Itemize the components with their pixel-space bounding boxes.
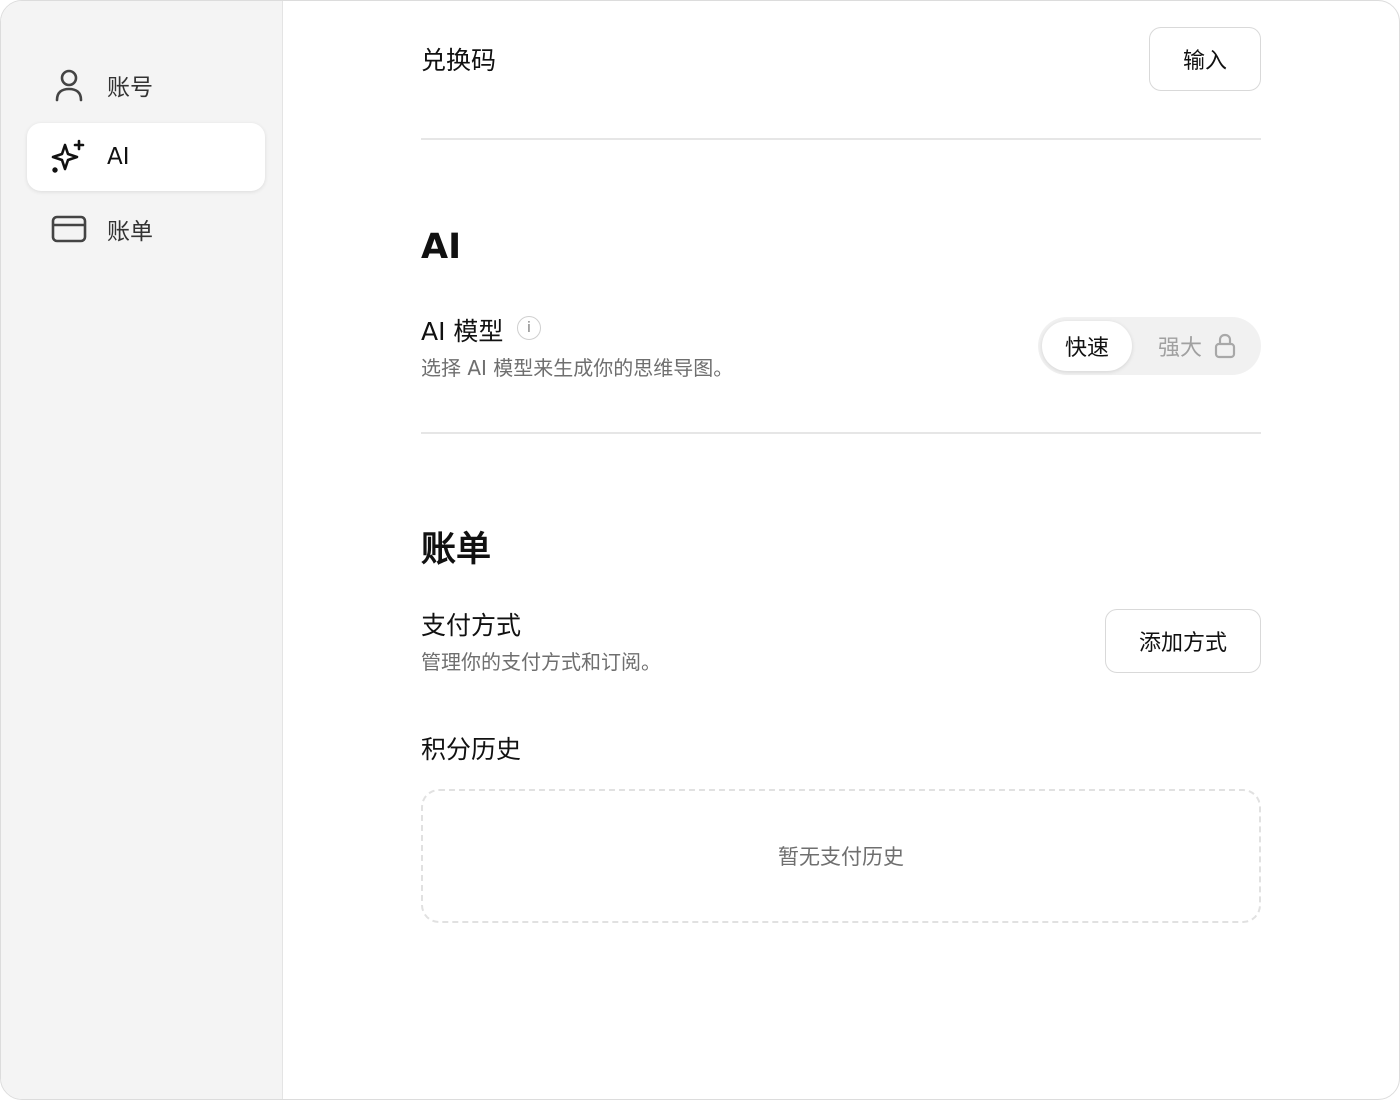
billing-section-heading: 账单 [421, 530, 492, 570]
model-option-fast[interactable]: 快速 [1042, 321, 1132, 371]
divider [421, 432, 1261, 434]
sidebar-item-label: 账号 [107, 75, 153, 101]
model-option-label: 快速 [1064, 336, 1109, 361]
redeem-input-button[interactable]: 输入 [1149, 27, 1261, 91]
settings-window: 账号 AI 账单 兑换码 输入 AI AI 模型 i 选择 AI 模型来生成你的… [0, 0, 1400, 1100]
divider [421, 138, 1261, 140]
ai-model-description: 选择 AI 模型来生成你的思维导图。 [421, 356, 734, 380]
credit-card-icon [51, 211, 87, 247]
lock-icon [1214, 333, 1236, 359]
sidebar-item-ai[interactable]: AI [27, 123, 265, 191]
sidebar-item-billing[interactable]: 账单 [27, 195, 265, 263]
model-option-label: 强大 [1157, 336, 1202, 361]
ai-model-title: AI 模型 [421, 317, 504, 346]
payment-method-description: 管理你的支付方式和订阅。 [421, 650, 661, 674]
info-icon[interactable]: i [517, 316, 541, 340]
redeem-code-title: 兑换码 [421, 46, 497, 75]
model-option-powerful[interactable]: 强大 [1138, 321, 1256, 371]
sidebar-item-label: 账单 [107, 219, 153, 245]
sidebar-item-label: AI [107, 144, 130, 170]
sidebar-item-account[interactable]: 账号 [27, 51, 265, 119]
add-payment-method-button[interactable]: 添加方式 [1105, 609, 1261, 673]
ai-model-toggle: 快速 强大 [1038, 317, 1261, 375]
empty-history-text: 暂无支付历史 [778, 845, 904, 869]
sparkles-icon [51, 139, 87, 175]
ai-section-heading: AI [421, 227, 462, 267]
payment-method-title: 支付方式 [421, 611, 522, 640]
payment-history-empty: 暂无支付历史 [421, 789, 1261, 923]
user-icon [51, 67, 87, 103]
sidebar: 账号 AI 账单 [1, 1, 283, 1099]
credit-history-title: 积分历史 [421, 735, 522, 764]
